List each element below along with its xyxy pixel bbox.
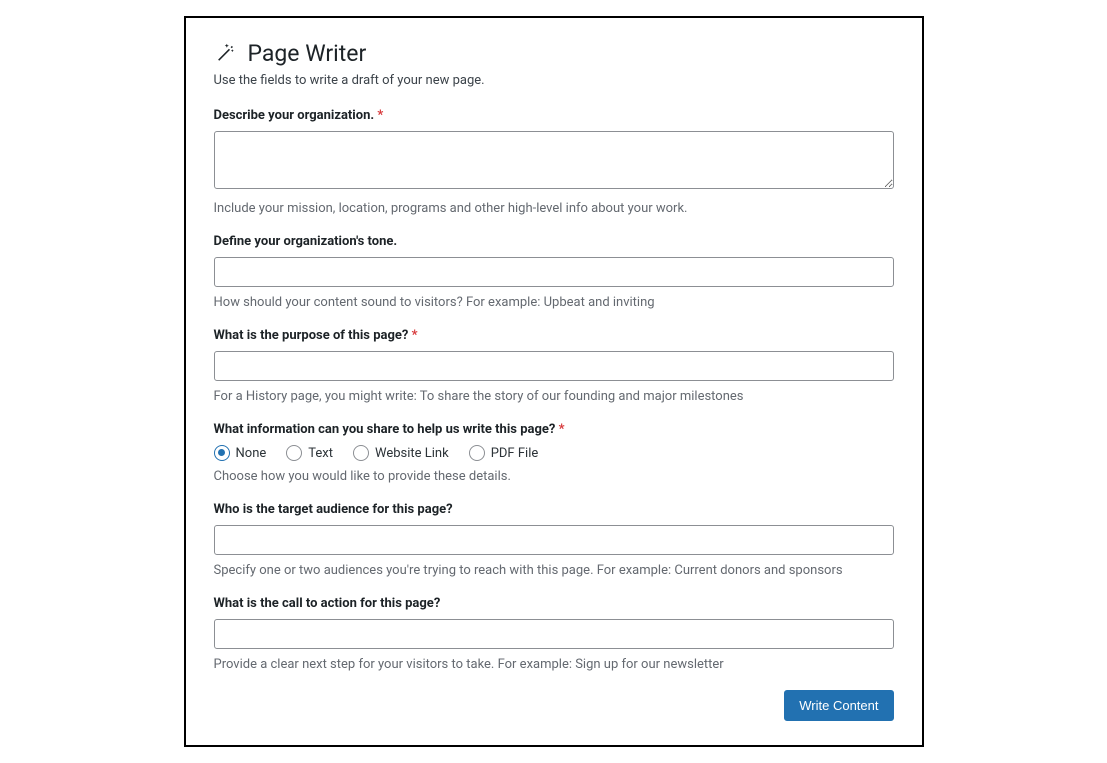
field-tone: Define your organization's tone. How sho… bbox=[214, 234, 894, 310]
info-radio-text-input[interactable] bbox=[286, 445, 302, 461]
info-radio-pdf-input[interactable] bbox=[469, 445, 485, 461]
purpose-input[interactable] bbox=[214, 351, 894, 381]
field-info-source: What information can you share to help u… bbox=[214, 422, 894, 484]
info-radio-group: None Text Website Link PDF File bbox=[214, 445, 894, 461]
field-cta: What is the call to action for this page… bbox=[214, 596, 894, 672]
field-describe-organization: Describe your organization. * Include yo… bbox=[214, 108, 894, 216]
describe-organization-textarea[interactable] bbox=[214, 131, 894, 189]
page-subtitle: Use the fields to write a draft of your … bbox=[214, 73, 894, 88]
info-help: Choose how you would like to provide the… bbox=[214, 469, 894, 484]
info-radio-none[interactable]: None bbox=[214, 445, 267, 461]
form-actions: Write Content bbox=[214, 690, 894, 721]
wand-icon bbox=[214, 41, 236, 67]
field-purpose: What is the purpose of this page? * For … bbox=[214, 328, 894, 404]
required-marker: * bbox=[412, 328, 418, 343]
info-radio-text[interactable]: Text bbox=[286, 445, 333, 461]
tone-label: Define your organization's tone. bbox=[214, 234, 894, 249]
info-radio-pdf[interactable]: PDF File bbox=[469, 445, 539, 461]
describe-help: Include your mission, location, programs… bbox=[214, 201, 894, 216]
required-marker: * bbox=[559, 422, 565, 437]
tone-input[interactable] bbox=[214, 257, 894, 287]
tone-help: How should your content sound to visitor… bbox=[214, 295, 894, 310]
page-header: Page Writer bbox=[214, 40, 894, 67]
audience-input[interactable] bbox=[214, 525, 894, 555]
info-radio-link-input[interactable] bbox=[353, 445, 369, 461]
field-audience: Who is the target audience for this page… bbox=[214, 502, 894, 578]
write-content-button[interactable]: Write Content bbox=[784, 690, 893, 721]
info-radio-link[interactable]: Website Link bbox=[353, 445, 449, 461]
cta-help: Provide a clear next step for your visit… bbox=[214, 657, 894, 672]
required-marker: * bbox=[377, 108, 383, 123]
cta-label: What is the call to action for this page… bbox=[214, 596, 894, 611]
info-label: What information can you share to help u… bbox=[214, 422, 894, 437]
audience-help: Specify one or two audiences you're tryi… bbox=[214, 563, 894, 578]
purpose-label: What is the purpose of this page? * bbox=[214, 328, 894, 343]
describe-label: Describe your organization. * bbox=[214, 108, 894, 123]
purpose-help: For a History page, you might write: To … bbox=[214, 389, 894, 404]
page-title: Page Writer bbox=[248, 40, 367, 67]
cta-input[interactable] bbox=[214, 619, 894, 649]
page-writer-panel: Page Writer Use the fields to write a dr… bbox=[184, 16, 924, 747]
audience-label: Who is the target audience for this page… bbox=[214, 502, 894, 517]
info-radio-none-input[interactable] bbox=[214, 445, 230, 461]
